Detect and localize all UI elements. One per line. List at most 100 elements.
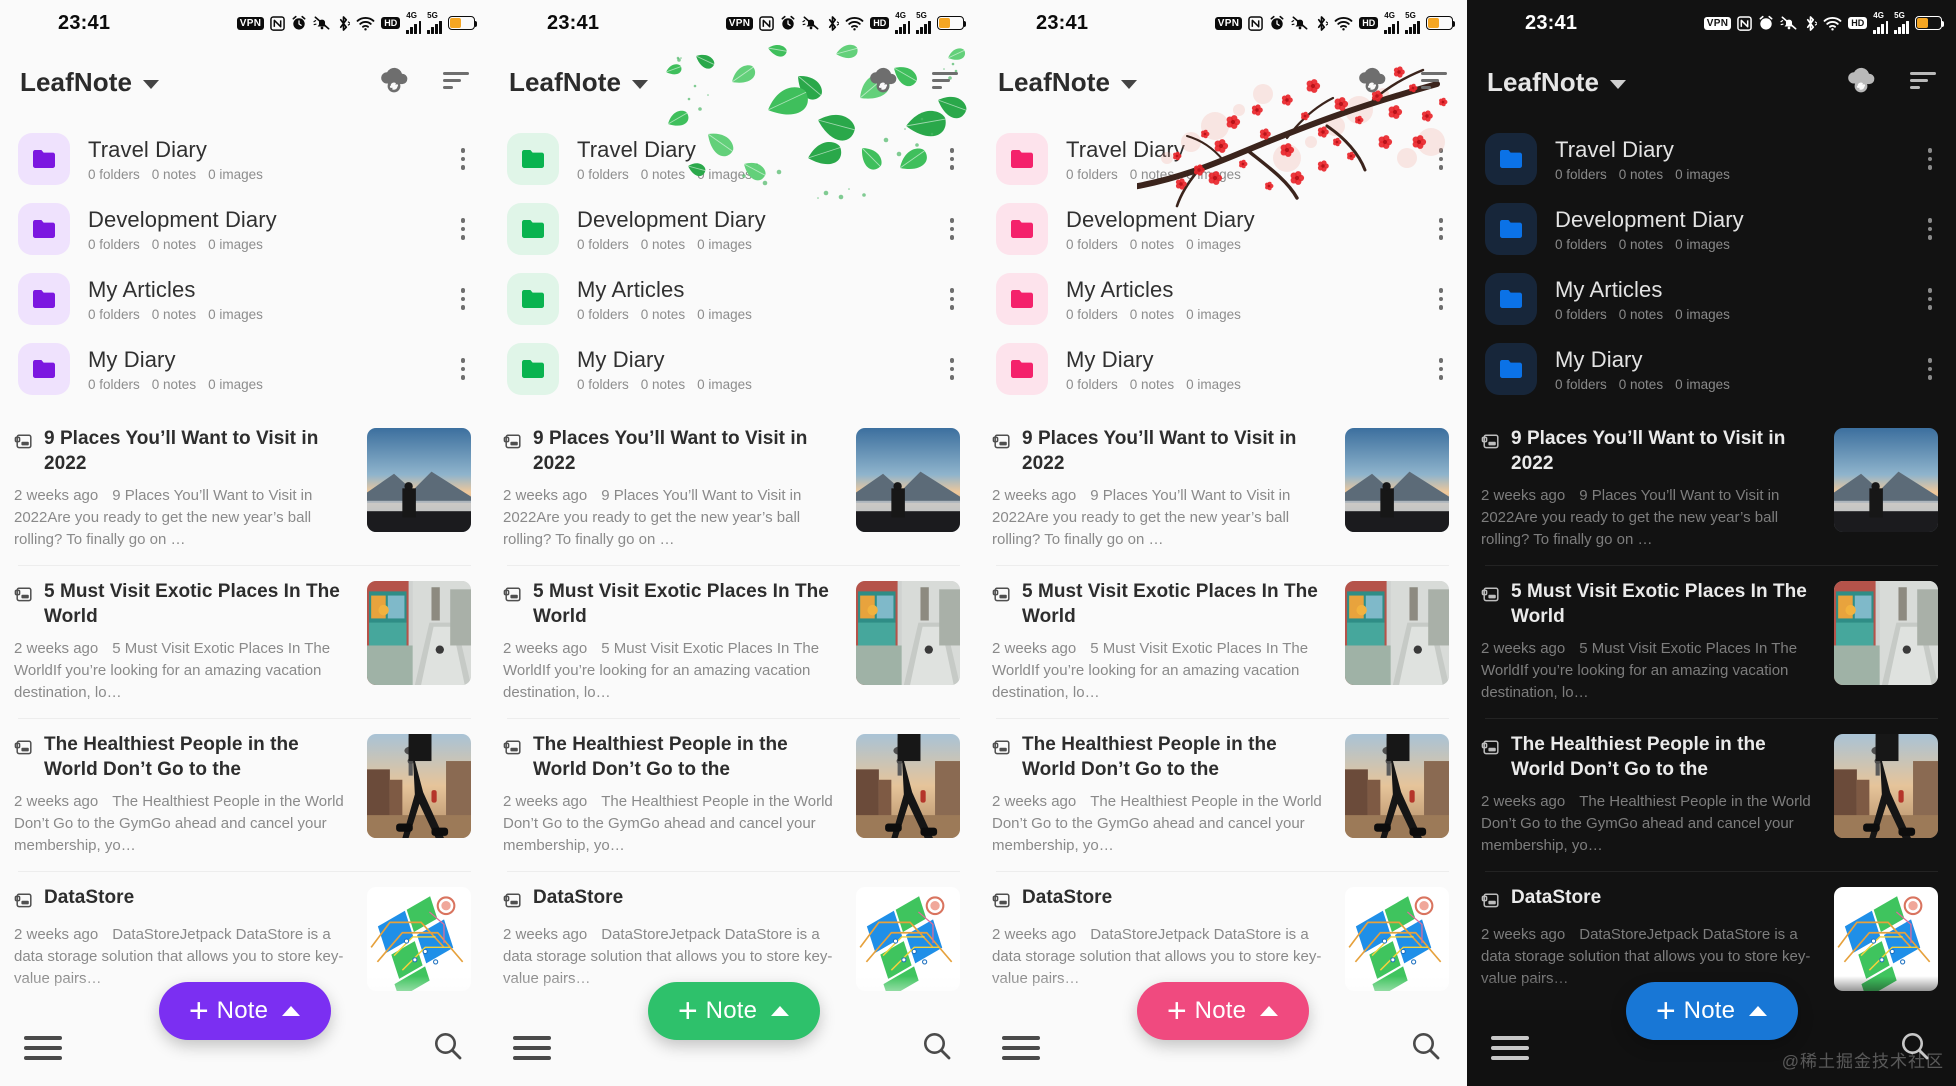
folder-item[interactable]: Development Diary 0 folders 0 notes 0 im… — [1467, 194, 1956, 264]
sort-icon[interactable] — [1908, 69, 1938, 91]
folder-overflow-menu-icon[interactable] — [457, 212, 470, 246]
chevron-down-icon[interactable] — [143, 80, 160, 89]
note-item[interactable]: The Healthiest People in the World Don’t… — [489, 718, 978, 871]
folder-item[interactable]: My Articles 0 folders 0 notes 0 images — [0, 264, 489, 334]
sort-button[interactable] — [930, 69, 960, 96]
chevron-down-icon[interactable] — [1610, 80, 1627, 89]
note-count: 0 notes — [640, 166, 686, 182]
note-item[interactable]: The Healthiest People in the World Don’t… — [978, 718, 1467, 871]
search-button[interactable] — [1409, 1029, 1443, 1068]
add-note-fab[interactable]: + Note — [1136, 982, 1309, 1040]
folder-overflow-menu-icon[interactable] — [1435, 352, 1448, 386]
add-note-fab[interactable]: + Note — [647, 982, 820, 1040]
folder-overflow-menu-icon[interactable] — [457, 282, 470, 316]
search-icon[interactable] — [920, 1029, 954, 1063]
note-thumbnail — [1834, 734, 1938, 838]
note-item[interactable]: 9 Places You’ll Want to Visit in 2022 2 … — [489, 412, 978, 565]
vpn-badge: VPN — [1214, 16, 1243, 30]
sort-button[interactable] — [441, 69, 471, 96]
cloud-sync-button[interactable] — [1844, 65, 1878, 100]
note-timestamp: 2 weeks ago — [14, 793, 99, 810]
note-item[interactable]: The Healthiest People in the World Don’t… — [1467, 718, 1956, 871]
image-count: 0 images — [1675, 306, 1730, 322]
status-bar-clock: 23:41 — [1525, 11, 1578, 34]
folder-count: 0 folders — [577, 236, 629, 252]
note-item[interactable]: 9 Places You’ll Want to Visit in 2022 2 … — [1467, 412, 1956, 565]
folder-icon — [996, 343, 1048, 395]
folder-overflow-menu-icon[interactable] — [457, 352, 470, 386]
search-icon[interactable] — [1409, 1029, 1443, 1063]
cloud-sync-icon[interactable] — [1844, 65, 1878, 95]
folder-overflow-menu-icon[interactable] — [1924, 282, 1937, 316]
hamburger-menu-icon[interactable] — [513, 1036, 551, 1060]
folder-item[interactable]: Development Diary 0 folders 0 notes 0 im… — [978, 194, 1467, 264]
note-item[interactable]: The Healthiest People in the World Don’t… — [0, 718, 489, 871]
search-button[interactable] — [431, 1029, 465, 1068]
folder-item[interactable]: Travel Diary 0 folders 0 notes 0 images — [1467, 124, 1956, 194]
hamburger-menu-icon[interactable] — [1491, 1036, 1529, 1060]
chevron-down-icon[interactable] — [1121, 80, 1138, 89]
folder-item[interactable]: Travel Diary 0 folders 0 notes 0 images — [489, 124, 978, 194]
folder-overflow-menu-icon[interactable] — [457, 142, 470, 176]
note-item[interactable]: 5 Must Visit Exotic Places In The World … — [978, 565, 1467, 718]
folder-overflow-menu-icon[interactable] — [946, 352, 959, 386]
folder-item[interactable]: My Diary 0 folders 0 notes 0 images — [489, 334, 978, 404]
folder-overflow-menu-icon[interactable] — [946, 142, 959, 176]
chevron-up-icon[interactable] — [1260, 1006, 1279, 1016]
cloud-sync-icon[interactable] — [1355, 65, 1389, 95]
cloud-sync-icon[interactable] — [377, 65, 411, 95]
search-button[interactable] — [920, 1029, 954, 1068]
note-item[interactable]: 5 Must Visit Exotic Places In The World … — [489, 565, 978, 718]
folder-item[interactable]: Development Diary 0 folders 0 notes 0 im… — [489, 194, 978, 264]
sort-icon[interactable] — [930, 69, 960, 91]
note-body: DataStore 2 weeks ago DataStoreJetpack Da… — [992, 885, 1345, 990]
folder-item[interactable]: My Diary 0 folders 0 notes 0 images — [1467, 334, 1956, 404]
note-item[interactable]: 9 Places You’ll Want to Visit in 2022 2 … — [0, 412, 489, 565]
chevron-up-icon[interactable] — [282, 1006, 301, 1016]
folder-overflow-menu-icon[interactable] — [1435, 142, 1448, 176]
note-item[interactable]: 5 Must Visit Exotic Places In The World … — [1467, 565, 1956, 718]
folder-overflow-menu-icon[interactable] — [1924, 212, 1937, 246]
chevron-up-icon[interactable] — [771, 1006, 790, 1016]
folder-item[interactable]: My Diary 0 folders 0 notes 0 images — [0, 334, 489, 404]
folder-item[interactable]: My Articles 0 folders 0 notes 0 images — [1467, 264, 1956, 334]
folder-item[interactable]: Development Diary 0 folders 0 notes 0 im… — [0, 194, 489, 264]
cloud-sync-button[interactable] — [866, 65, 900, 100]
image-count: 0 images — [1675, 166, 1730, 182]
folder-meta: 0 folders 0 notes 0 images — [88, 237, 457, 252]
chevron-up-icon[interactable] — [1749, 1006, 1768, 1016]
folder-overflow-menu-icon[interactable] — [1435, 282, 1448, 316]
note-snippet: 2 weeks ago The Healthiest People in the … — [14, 791, 353, 857]
status-bar-clock: 23:41 — [58, 11, 111, 34]
folder-overflow-menu-icon[interactable] — [1924, 352, 1937, 386]
search-icon[interactable] — [431, 1029, 465, 1063]
note-snippet: 2 weeks ago The Healthiest People in the … — [1481, 791, 1820, 857]
cloud-sync-button[interactable] — [1355, 65, 1389, 100]
chevron-down-icon[interactable] — [632, 80, 649, 89]
add-note-fab[interactable]: + Note — [1625, 982, 1798, 1040]
folder-overflow-menu-icon[interactable] — [1924, 142, 1937, 176]
note-item[interactable]: 9 Places You’ll Want to Visit in 2022 2 … — [978, 412, 1467, 565]
note-header: The Healthiest People in the World Don’t… — [992, 732, 1331, 782]
sort-button[interactable] — [1419, 69, 1449, 96]
cloud-sync-button[interactable] — [377, 65, 411, 100]
folder-item[interactable]: Travel Diary 0 folders 0 notes 0 images — [978, 124, 1467, 194]
folder-item[interactable]: My Diary 0 folders 0 notes 0 images — [978, 334, 1467, 404]
folder-item[interactable]: My Articles 0 folders 0 notes 0 images — [978, 264, 1467, 334]
folder-icon — [996, 133, 1048, 185]
folder-item[interactable]: Travel Diary 0 folders 0 notes 0 images — [0, 124, 489, 194]
note-header: 9 Places You’ll Want to Visit in 2022 — [1481, 426, 1820, 476]
sort-icon[interactable] — [1419, 69, 1449, 91]
hamburger-menu-icon[interactable] — [1002, 1036, 1040, 1060]
cloud-sync-icon[interactable] — [866, 65, 900, 95]
folder-overflow-menu-icon[interactable] — [1435, 212, 1448, 246]
sort-icon[interactable] — [441, 69, 471, 91]
sort-button[interactable] — [1908, 69, 1938, 96]
note-item[interactable]: 5 Must Visit Exotic Places In The World … — [0, 565, 489, 718]
add-note-fab[interactable]: + Note — [158, 982, 331, 1040]
hamburger-menu-icon[interactable] — [24, 1036, 62, 1060]
folder-name: My Diary — [88, 346, 176, 372]
folder-overflow-menu-icon[interactable] — [946, 212, 959, 246]
folder-item[interactable]: My Articles 0 folders 0 notes 0 images — [489, 264, 978, 334]
folder-overflow-menu-icon[interactable] — [946, 282, 959, 316]
